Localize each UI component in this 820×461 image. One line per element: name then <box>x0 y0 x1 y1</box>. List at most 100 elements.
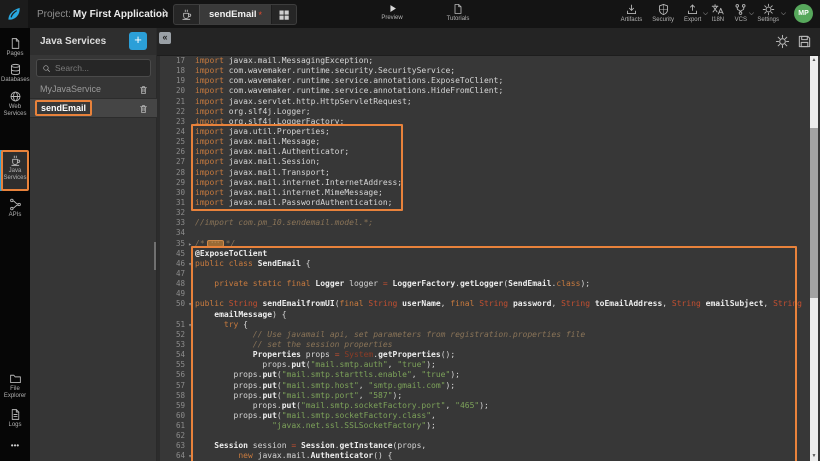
preview-button[interactable]: Preview <box>370 3 414 21</box>
token: javax.mail.Message; <box>224 137 320 146</box>
sidebar-item-databases[interactable]: Databases <box>0 63 30 84</box>
i18n-button[interactable]: I18N <box>706 3 729 23</box>
artifacts-button[interactable]: Artifacts <box>616 3 648 23</box>
rail-label: Java Services <box>1 168 29 182</box>
code-line[interactable]: 21import javax.servlet.http.HttpServletR… <box>157 97 820 107</box>
trash-icon[interactable] <box>138 84 149 95</box>
code-line[interactable]: 34 <box>157 228 820 238</box>
service-item-sendemail[interactable]: sendEmail <box>30 99 157 118</box>
ellipsis-icon: ••• <box>1 442 29 449</box>
trash-icon[interactable] <box>138 103 149 114</box>
chevron-right-icon <box>158 6 172 20</box>
fold-open-icon[interactable]: ▾ <box>185 452 195 461</box>
token: Logger <box>315 279 344 288</box>
sidebar-item-more[interactable]: ••• <box>0 442 30 449</box>
code-line[interactable]: 35▸/*···*/ <box>157 239 820 249</box>
sidebar-item-file-explorer[interactable]: File Explorer <box>0 372 30 400</box>
code-line[interactable]: 59 props.put("mail.smtp.socketFactory.po… <box>157 401 820 411</box>
code-line[interactable]: 52 // Use javamail api, set parameters f… <box>157 330 820 340</box>
scrollbar-thumb[interactable] <box>810 128 818 298</box>
service-item-myjavaservice[interactable]: MyJavaService <box>30 80 157 99</box>
token: String <box>672 299 706 308</box>
code-line[interactable]: 24import java.util.Properties; <box>157 127 820 137</box>
code-line[interactable]: 47 <box>157 269 820 279</box>
editor-settings-icon[interactable] <box>775 34 790 49</box>
code-line[interactable]: 58 props.put("mail.smtp.port", "587"); <box>157 391 820 401</box>
code-line[interactable]: 46▾public class SendEmail { <box>157 259 820 269</box>
tab-label: sendEmail <box>209 9 257 20</box>
add-service-button[interactable]: + <box>129 32 147 50</box>
code-line[interactable]: 31import javax.mail.PasswordAuthenticati… <box>157 198 820 208</box>
code-line[interactable]: 57 props.put("mail.smtp.host", "smtp.gma… <box>157 381 820 391</box>
wavemaker-logo[interactable] <box>0 0 28 28</box>
top-bar: Project: My First Application sendEmail … <box>0 0 820 28</box>
editor-scrollbar[interactable]: ▲ ▼ <box>810 56 818 461</box>
project-name[interactable]: My First Application <box>73 9 168 20</box>
code-line[interactable]: 62 <box>157 431 820 441</box>
code-line[interactable]: 51▾ try { <box>157 320 820 330</box>
sidebar-item-logs[interactable]: Logs <box>0 408 30 429</box>
code-line[interactable]: 27import javax.mail.Session; <box>157 157 820 167</box>
token: Authenticator <box>311 451 374 460</box>
code-line[interactable]: 54 Properties props = System.getProperti… <box>157 350 820 360</box>
service-name-selected: sendEmail <box>35 100 92 116</box>
export-button[interactable]: Export <box>679 3 706 23</box>
token: import <box>195 107 224 116</box>
sidebar-item-web-services[interactable]: Web Services <box>0 90 30 118</box>
code-line[interactable]: 22import org.slf4j.Logger; <box>157 107 820 117</box>
user-avatar[interactable]: MP <box>794 4 813 23</box>
scroll-down-arrow-icon[interactable]: ▼ <box>810 452 818 461</box>
vcs-button[interactable]: VCS <box>729 3 752 23</box>
code-line[interactable]: 26import javax.mail.Authenticator; <box>157 147 820 157</box>
collapse-panel-button[interactable]: « <box>159 32 171 44</box>
code-text: new javax.mail.Authenticator() { <box>195 451 393 460</box>
code-line[interactable]: 19import com.wavemaker.runtime.service.a… <box>157 76 820 86</box>
code-line[interactable]: 30import javax.mail.internet.MimeMessage… <box>157 188 820 198</box>
security-button[interactable]: Security <box>647 3 679 23</box>
token <box>195 310 214 319</box>
code-line[interactable]: 50▾public String sendEmailfromUI(final S… <box>157 299 820 309</box>
tab-list-button[interactable] <box>272 5 296 24</box>
code-line[interactable]: 17import javax.mail.MessagingException; <box>157 56 820 66</box>
code-line[interactable]: 60 props.put("mail.smtp.socketFactory.cl… <box>157 411 820 421</box>
code-line[interactable]: 20import com.wavemaker.runtime.service.a… <box>157 86 820 96</box>
code-line[interactable]: 63 Session session = Session.getInstance… <box>157 441 820 451</box>
sidebar-item-java-services[interactable]: Java Services <box>0 154 30 182</box>
service-search[interactable] <box>36 59 151 77</box>
code-line[interactable]: 61 "javax.net.ssl.SSLSocketFactory"); <box>157 421 820 431</box>
scroll-up-arrow-icon[interactable]: ▲ <box>810 56 818 65</box>
search-input[interactable] <box>55 63 135 73</box>
code-line[interactable]: 18import com.wavemaker.runtime.security.… <box>157 66 820 76</box>
code-line[interactable]: 25import javax.mail.Message; <box>157 137 820 147</box>
code-line[interactable]: emailMessage) { <box>157 310 820 320</box>
save-icon[interactable] <box>797 34 812 49</box>
code-area[interactable]: 17import javax.mail.MessagingException;1… <box>157 56 820 461</box>
code-line[interactable]: 55 props.put("mail.smtp.auth", "true"); <box>157 360 820 370</box>
code-line[interactable]: 45@ExposeToClient <box>157 249 820 259</box>
settings-button[interactable]: Settings <box>752 3 784 23</box>
panel-scrollbar-thumb[interactable] <box>154 242 156 270</box>
token: , <box>412 370 422 379</box>
tab-sendemail[interactable]: sendEmail * <box>199 5 272 24</box>
code-line[interactable]: 33//import com.pm_10.sendemail.model.*; <box>157 218 820 228</box>
line-number: 29 <box>157 178 185 188</box>
tutorials-button[interactable]: Tutorials <box>436 3 480 22</box>
code-line[interactable]: 53 // set the session properties <box>157 340 820 350</box>
token: "true" <box>421 370 450 379</box>
folded-region-badge[interactable]: ··· <box>207 240 224 247</box>
code-line[interactable]: 23import org.slf4j.LoggerFactory; <box>157 117 820 127</box>
token: "true" <box>397 360 426 369</box>
sidebar-item-pages[interactable]: Pages <box>0 37 30 58</box>
token: , <box>388 360 398 369</box>
line-number: 28 <box>157 168 185 178</box>
code-line[interactable]: 32 <box>157 208 820 218</box>
code-line[interactable]: 64▾ new javax.mail.Authenticator() { <box>157 451 820 461</box>
code-line[interactable]: 56 props.put("mail.smtp.starttls.enable"… <box>157 370 820 380</box>
code-line[interactable]: 48 private static final Logger logger = … <box>157 279 820 289</box>
code-text: props.put("mail.smtp.socketFactory.class… <box>195 411 436 420</box>
code-line[interactable]: 28import javax.mail.Transport; <box>157 168 820 178</box>
code-line[interactable]: 49 <box>157 289 820 299</box>
sidebar-item-apis[interactable]: APIs <box>0 198 30 219</box>
line-number: 55 <box>157 360 185 370</box>
code-line[interactable]: 29import javax.mail.internet.InternetAdd… <box>157 178 820 188</box>
